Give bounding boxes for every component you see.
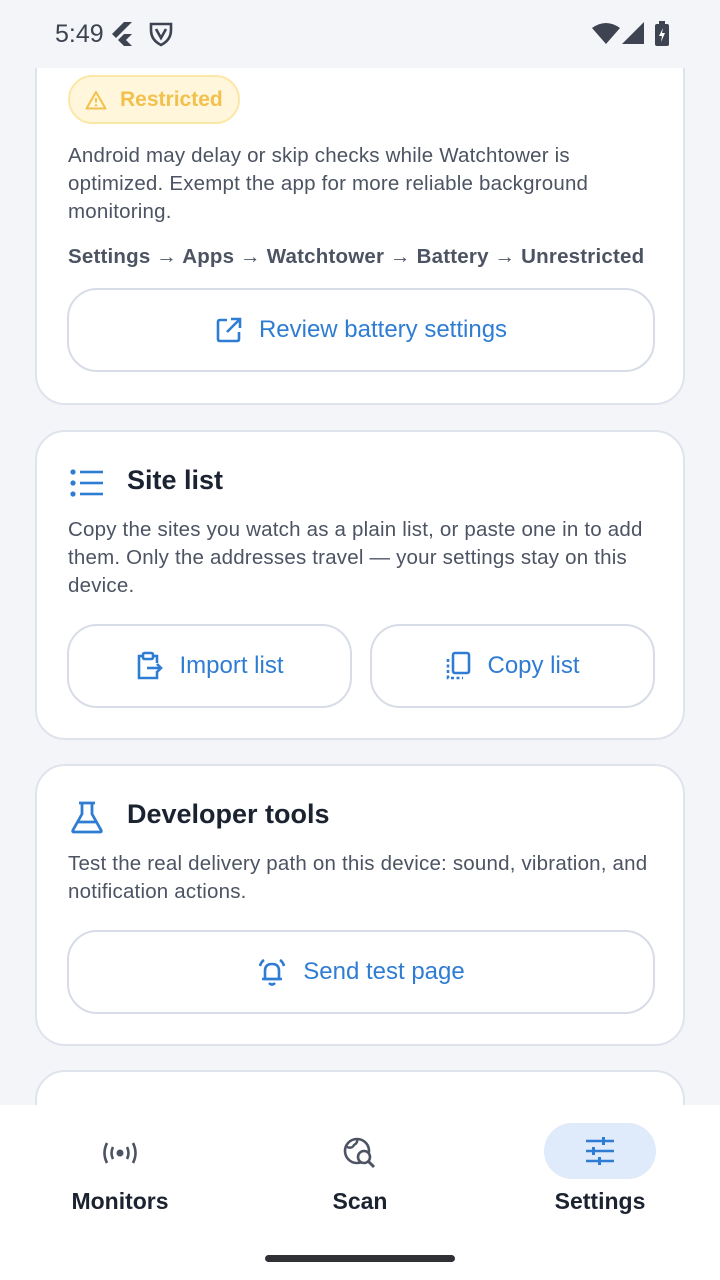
flask-icon: [69, 800, 105, 839]
bottom-navigation: Monitors Scan Settings: [0, 1105, 720, 1280]
warning-icon: [85, 90, 107, 115]
home-indicator[interactable]: [265, 1255, 455, 1262]
nav-label-scan: Scan: [332, 1188, 388, 1214]
developer-tools-card: Developer tools Test the real delivery p…: [35, 764, 685, 1046]
settings-scroll-area[interactable]: Restricted Android may delay or skip che…: [0, 68, 720, 1105]
badge-label: Restricted: [120, 88, 223, 111]
globe-search-icon: [320, 1133, 400, 1173]
status-time: 5:49: [55, 20, 104, 48]
site-list-description: Copy the sites you watch as a plain list…: [68, 518, 643, 597]
wifi-icon: [592, 22, 620, 49]
review-battery-settings-button[interactable]: Review battery settings: [67, 288, 655, 372]
next-settings-card: [35, 1070, 685, 1105]
developer-tools-description: Test the real delivery path on this devi…: [68, 852, 648, 903]
copy-list-button[interactable]: Copy list: [370, 624, 655, 708]
clipboard-import-icon: [135, 651, 164, 681]
battery-charging-icon: [654, 21, 670, 52]
broadcast-icon: [80, 1133, 160, 1173]
nav-label-monitors: Monitors: [71, 1188, 169, 1214]
battery-description: Android may delay or skip checks while W…: [68, 144, 589, 223]
import-list-label: Import list: [179, 652, 284, 679]
nav-item-scan[interactable]: Scan: [240, 1105, 480, 1235]
cellular-icon: [622, 22, 644, 49]
copy-list-label: Copy list: [487, 652, 580, 679]
status-bar: 5:49: [0, 0, 720, 68]
sliders-icon: [544, 1123, 656, 1179]
send-test-page-button[interactable]: Send test page: [67, 930, 655, 1014]
nav-item-monitors[interactable]: Monitors: [0, 1105, 240, 1235]
review-battery-settings-label: Review battery settings: [258, 316, 508, 343]
nav-label-settings: Settings: [554, 1188, 646, 1214]
flutter-icon: [110, 20, 134, 53]
status-badge: Restricted: [68, 75, 240, 124]
site-list-title: Site list: [127, 465, 224, 495]
battery-optimization-card: Restricted Android may delay or skip che…: [35, 68, 685, 405]
copy-icon: [445, 651, 471, 681]
send-test-page-label: Send test page: [303, 958, 465, 985]
battery-settings-path: Settings → Apps → Watchtower → Battery →…: [68, 245, 645, 268]
alarm-bell-icon: [257, 957, 287, 987]
import-list-button[interactable]: Import list: [67, 624, 352, 708]
site-list-card: Site list Copy the sites you watch as a …: [35, 430, 685, 740]
list-icon: [69, 468, 105, 503]
open-external-icon: [215, 316, 243, 344]
vpn-shield-icon: [148, 20, 174, 53]
developer-tools-title: Developer tools: [127, 799, 330, 829]
nav-item-settings[interactable]: Settings: [480, 1105, 720, 1235]
